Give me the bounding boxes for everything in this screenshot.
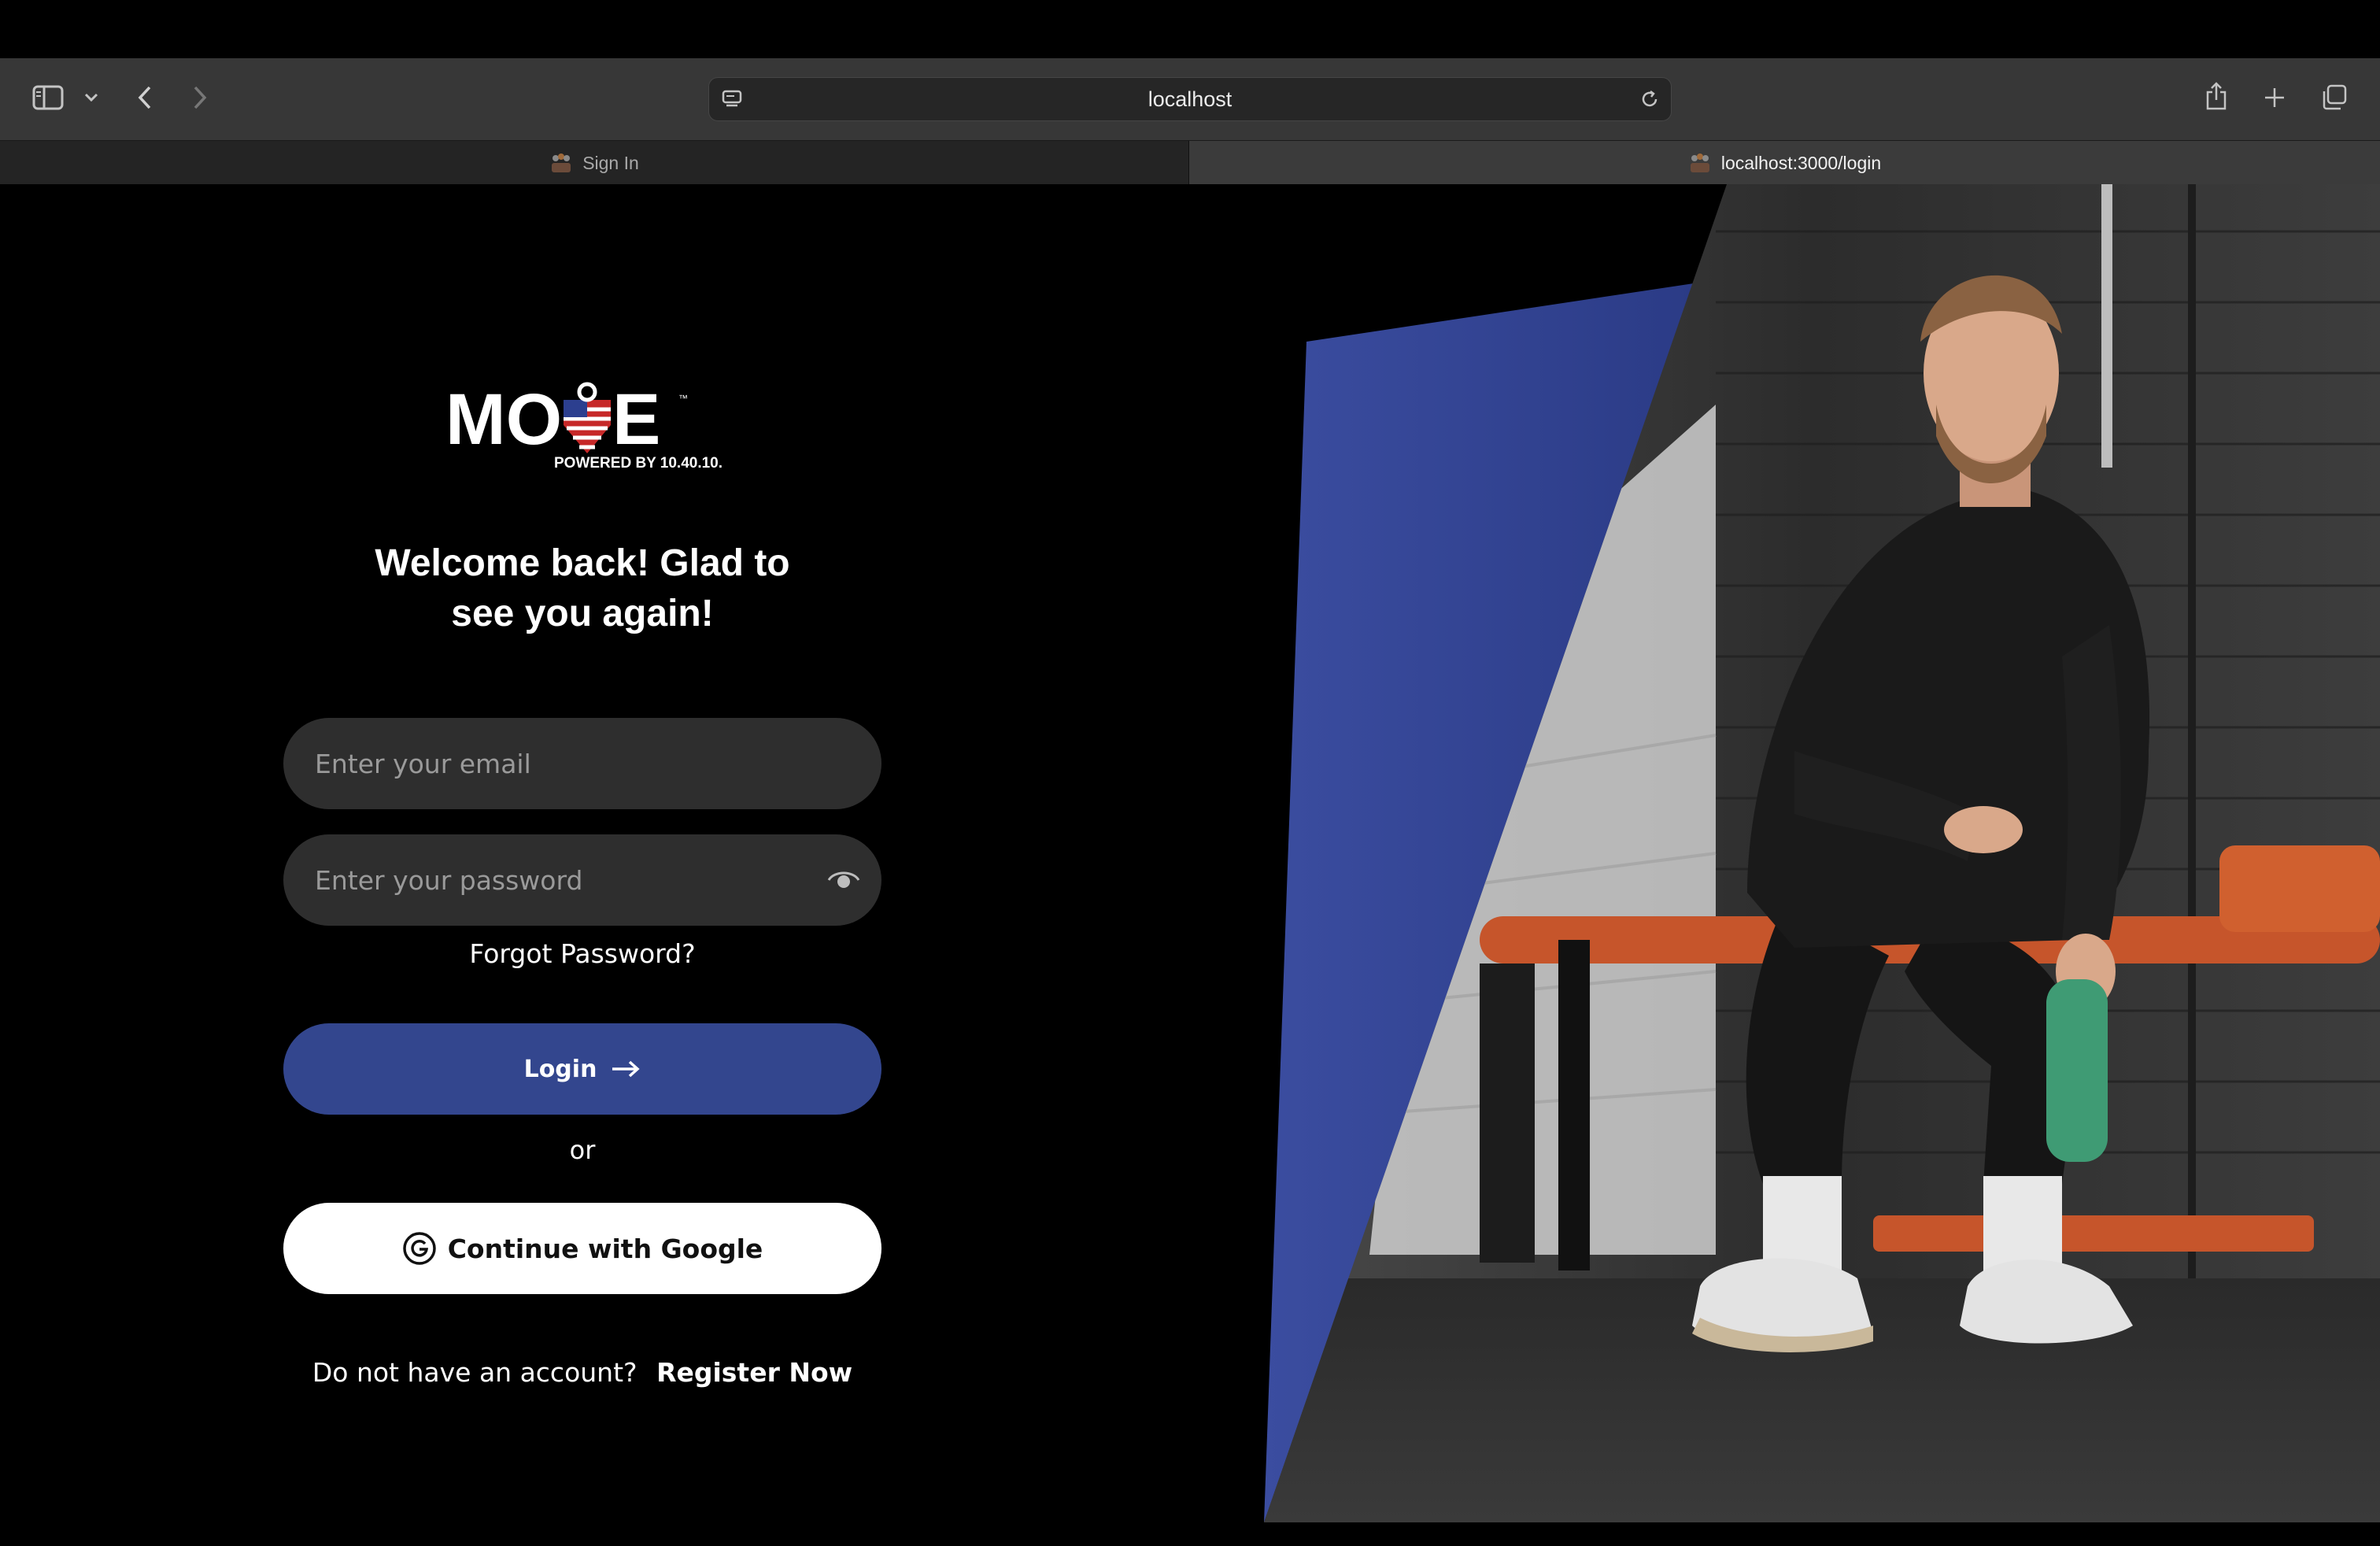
tab-label: localhost:3000/login	[1720, 152, 1882, 173]
new-tab-icon[interactable]	[2259, 82, 2290, 113]
no-account-text: Do not have an account?	[312, 1357, 638, 1388]
logo-trademark: ™	[678, 393, 688, 404]
forward-icon[interactable]	[186, 82, 214, 113]
show-password-eye-icon[interactable]	[826, 867, 861, 893]
move-favicon-icon	[552, 153, 571, 172]
login-page: MO E ™ POWERED BY 10.40.10. Welcome back…	[0, 184, 2380, 1546]
sidebar-toggle-icon[interactable]	[30, 82, 66, 113]
login-button[interactable]: Login	[283, 1023, 881, 1115]
window-top-strip	[0, 0, 2380, 58]
tab-label: Sign In	[582, 152, 639, 173]
welcome-heading: Welcome back! Glad to see you again!	[268, 538, 897, 639]
browser-toolbar: localhost	[0, 58, 2380, 140]
register-now-link[interactable]: Register Now	[656, 1357, 852, 1388]
google-button-label: Continue with Google	[447, 1233, 763, 1264]
welcome-line-2: see you again!	[451, 593, 714, 634]
tab-localhost-login[interactable]: localhost:3000/login	[1188, 141, 2380, 185]
reload-icon[interactable]	[1638, 87, 1661, 111]
address-text: localhost	[1148, 87, 1232, 111]
logo-tagline: POWERED BY 10.40.10.	[554, 455, 722, 472]
back-icon[interactable]	[131, 82, 159, 113]
google-icon	[402, 1232, 436, 1265]
or-divider: or	[569, 1135, 596, 1165]
password-field[interactable]	[283, 834, 881, 926]
move-favicon-icon	[1690, 153, 1709, 172]
chevron-down-icon[interactable]	[80, 88, 102, 107]
share-icon[interactable]	[2201, 79, 2232, 113]
tab-overview-icon[interactable]	[2319, 82, 2350, 113]
address-bar[interactable]: localhost	[708, 77, 1672, 121]
register-prompt: Do not have an account? Register Now	[236, 1357, 929, 1388]
logo-wordmark-left: MO	[445, 379, 562, 460]
forgot-password-link[interactable]: Forgot Password?	[441, 938, 724, 969]
hero-athlete-image	[1264, 184, 2380, 1522]
login-button-label: Login	[523, 1055, 597, 1083]
continue-with-google-button[interactable]: Continue with Google	[283, 1203, 881, 1294]
shield-flag-icon	[564, 382, 611, 453]
move-logo: MO E ™ POWERED BY 10.40.10.	[445, 379, 722, 472]
tab-bar: Sign In localhost:3000/login	[0, 140, 2380, 185]
welcome-line-1: Welcome back! Glad to	[375, 542, 790, 584]
tab-sign-in[interactable]: Sign In	[0, 141, 1188, 185]
arrow-right-icon	[612, 1060, 641, 1078]
logo-wordmark-right: E	[612, 379, 660, 460]
email-field[interactable]	[283, 718, 881, 809]
